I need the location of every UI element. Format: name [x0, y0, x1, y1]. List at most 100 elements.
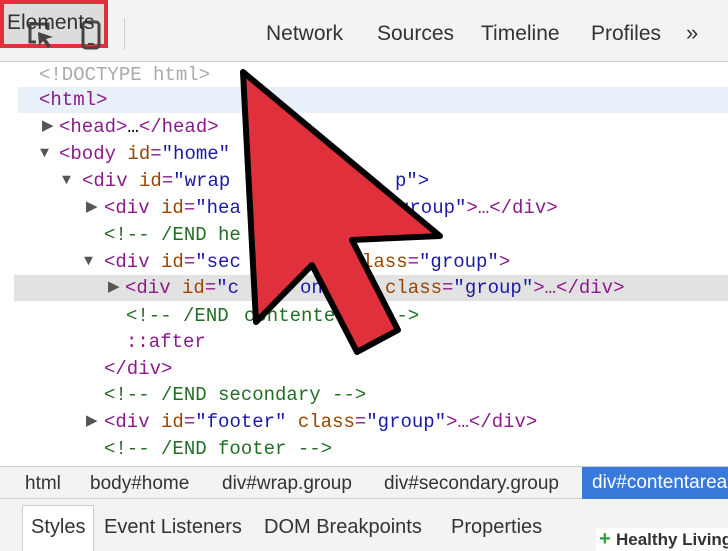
- comment-header: <!-- /END he: [104, 224, 241, 246]
- crumb-contentarea-label: div#contentarea: [592, 472, 728, 493]
- tab-timeline[interactable]: Timeline: [481, 22, 560, 46]
- footer-eq: =: [183, 411, 196, 433]
- comment-footer: <!-- /END footer -->: [104, 438, 333, 460]
- content-open: <div: [125, 277, 183, 299]
- content-class-val: "group": [453, 277, 534, 299]
- tree-line-head[interactable]: ▶ <head>…</head>: [0, 114, 728, 140]
- head-ellipsis: …: [127, 116, 139, 138]
- tree-line-comment-secondary[interactable]: <!-- /END secondary -->: [0, 382, 728, 408]
- secondary-attr: id: [161, 251, 184, 273]
- more-tabs-button[interactable]: »: [686, 20, 698, 46]
- comment-content-c: -->: [385, 305, 420, 327]
- watermark-logo: + Healthy Living: [596, 528, 728, 551]
- body-attr: id: [127, 143, 151, 165]
- wrap-text: <div id="wrap: [82, 168, 230, 194]
- tab-styles[interactable]: Styles: [22, 505, 94, 551]
- body-eq: =: [150, 143, 162, 165]
- tab-properties[interactable]: Properties: [451, 516, 542, 539]
- tab-event-listeners[interactable]: Event Listeners: [104, 516, 242, 539]
- tab-sources[interactable]: Sources: [377, 22, 454, 46]
- collapse-triangle-icon[interactable]: ▼: [84, 249, 93, 275]
- tree-line-div-close[interactable]: </div>: [0, 356, 728, 382]
- content-rest: class="group">…</div>: [385, 277, 625, 299]
- header-attr: id: [161, 197, 184, 219]
- footer-rest-tag: >…</div>: [446, 411, 538, 433]
- footer-text: <div id="footer" class="group">…</div>: [104, 411, 538, 433]
- tab-network[interactable]: Network: [266, 22, 343, 46]
- secondary-rest-tag: >: [498, 251, 511, 273]
- content-class-attr: class: [385, 277, 443, 299]
- tab-elements-label: Elements: [7, 11, 95, 34]
- tree-line-comment-header[interactable]: <!-- /END he: [0, 222, 728, 248]
- crumb-html[interactable]: html: [25, 473, 61, 495]
- header-eq: =: [183, 197, 196, 219]
- tree-line-doctype[interactable]: <!DOCTYPE html>: [0, 62, 728, 88]
- collapse-triangle-icon[interactable]: ▼: [40, 141, 49, 167]
- watermark-text: Healthy Living: [616, 530, 728, 549]
- toolbar-separator: [124, 18, 125, 50]
- tree-line-content[interactable]: ▶ <div id="c ontent class="group">…</div…: [14, 275, 728, 301]
- header-rest-tag: >…</div>: [466, 197, 558, 219]
- head-text: <head>…</head>: [59, 114, 219, 140]
- header-val: "hea: [195, 197, 241, 219]
- content-mid-val: ontent: [300, 277, 369, 299]
- header-rest: group">…</div>: [398, 195, 558, 221]
- tree-line-wrap[interactable]: ▼ <div id="wrap p">: [0, 168, 728, 194]
- watermark-plus-icon: +: [599, 528, 611, 550]
- footer-class-val: "group": [366, 411, 447, 433]
- crumb-body[interactable]: body#home: [90, 473, 189, 495]
- secondary-rest-val: "group": [419, 251, 499, 273]
- expand-triangle-icon[interactable]: ▶: [42, 114, 54, 140]
- tab-dom-breakpoints[interactable]: DOM Breakpoints: [264, 516, 422, 539]
- secondary-val: "sec: [195, 251, 241, 273]
- wrap-eq: =: [161, 170, 174, 192]
- crumb-contentarea[interactable]: div#contentarea: [582, 467, 728, 499]
- doctype-text: <!DOCTYPE html>: [39, 64, 211, 86]
- footer-val: "footer": [195, 411, 287, 433]
- pseudo-after: ::after: [126, 331, 206, 353]
- tree-line-comment-footer[interactable]: <!-- /END footer -->: [0, 436, 728, 462]
- comment-content-a: <!-- /END: [126, 305, 241, 327]
- tree-line-after[interactable]: ::after: [0, 329, 728, 355]
- content-eq: =: [204, 277, 217, 299]
- tree-line-html[interactable]: <html>: [18, 87, 728, 113]
- header-text: <div id="hea: [104, 195, 241, 221]
- footer-attr: id: [161, 411, 184, 433]
- secondary-eq: =: [183, 251, 196, 273]
- crumb-secondary[interactable]: div#secondary.group: [384, 473, 559, 495]
- collapse-triangle-icon[interactable]: ▼: [62, 168, 71, 194]
- secondary-open: <div: [104, 251, 162, 273]
- header-rest-val: group": [398, 197, 467, 219]
- content-rest-tag: >…</div>: [533, 277, 625, 299]
- content-val: "c: [216, 277, 240, 299]
- breadcrumb: html body#home div#wrap.group div#second…: [0, 466, 728, 499]
- comment-secondary: <!-- /END secondary -->: [104, 384, 367, 406]
- div-close: </div>: [104, 358, 173, 380]
- tree-line-body[interactable]: ▼ <body id="home": [0, 141, 728, 167]
- header-open: <div: [104, 197, 162, 219]
- head-open: <head>: [59, 116, 128, 138]
- comment-content-b: contente: [244, 305, 336, 327]
- head-close: </head>: [138, 116, 219, 138]
- footer-class-attr: class: [297, 411, 355, 433]
- crumb-wrap[interactable]: div#wrap.group: [222, 473, 352, 495]
- secondary-text: <div id="sec: [104, 249, 241, 275]
- expand-triangle-icon[interactable]: ▶: [86, 409, 98, 435]
- expand-triangle-icon[interactable]: ▶: [86, 195, 98, 221]
- tree-line-footer[interactable]: ▶ <div id="footer" class="group">…</div>: [0, 409, 728, 435]
- tree-line-secondary[interactable]: ▼ <div id="sec lass="group">: [0, 249, 728, 275]
- tree-line-comment-content[interactable]: <!-- /END contente -->: [0, 303, 728, 329]
- wrap-open: <div: [82, 170, 140, 192]
- html-tag: <html>: [39, 89, 108, 111]
- content-attr: id: [182, 277, 205, 299]
- tab-profiles[interactable]: Profiles: [591, 22, 661, 46]
- tree-line-header[interactable]: ▶ <div id="hea group">…</div>: [0, 195, 728, 221]
- body-text: <body id="home": [59, 141, 230, 167]
- wrap-attr: id: [139, 170, 162, 192]
- content-text: <div id="c: [125, 275, 239, 301]
- secondary-rest: lass="group">: [362, 251, 511, 273]
- wrap-close: p">: [395, 170, 430, 192]
- expand-triangle-icon[interactable]: ▶: [108, 275, 120, 301]
- dom-tree: <!DOCTYPE html> <html> ▶ <head>…</head> …: [0, 62, 728, 466]
- secondary-rest-attr: lass: [362, 251, 408, 273]
